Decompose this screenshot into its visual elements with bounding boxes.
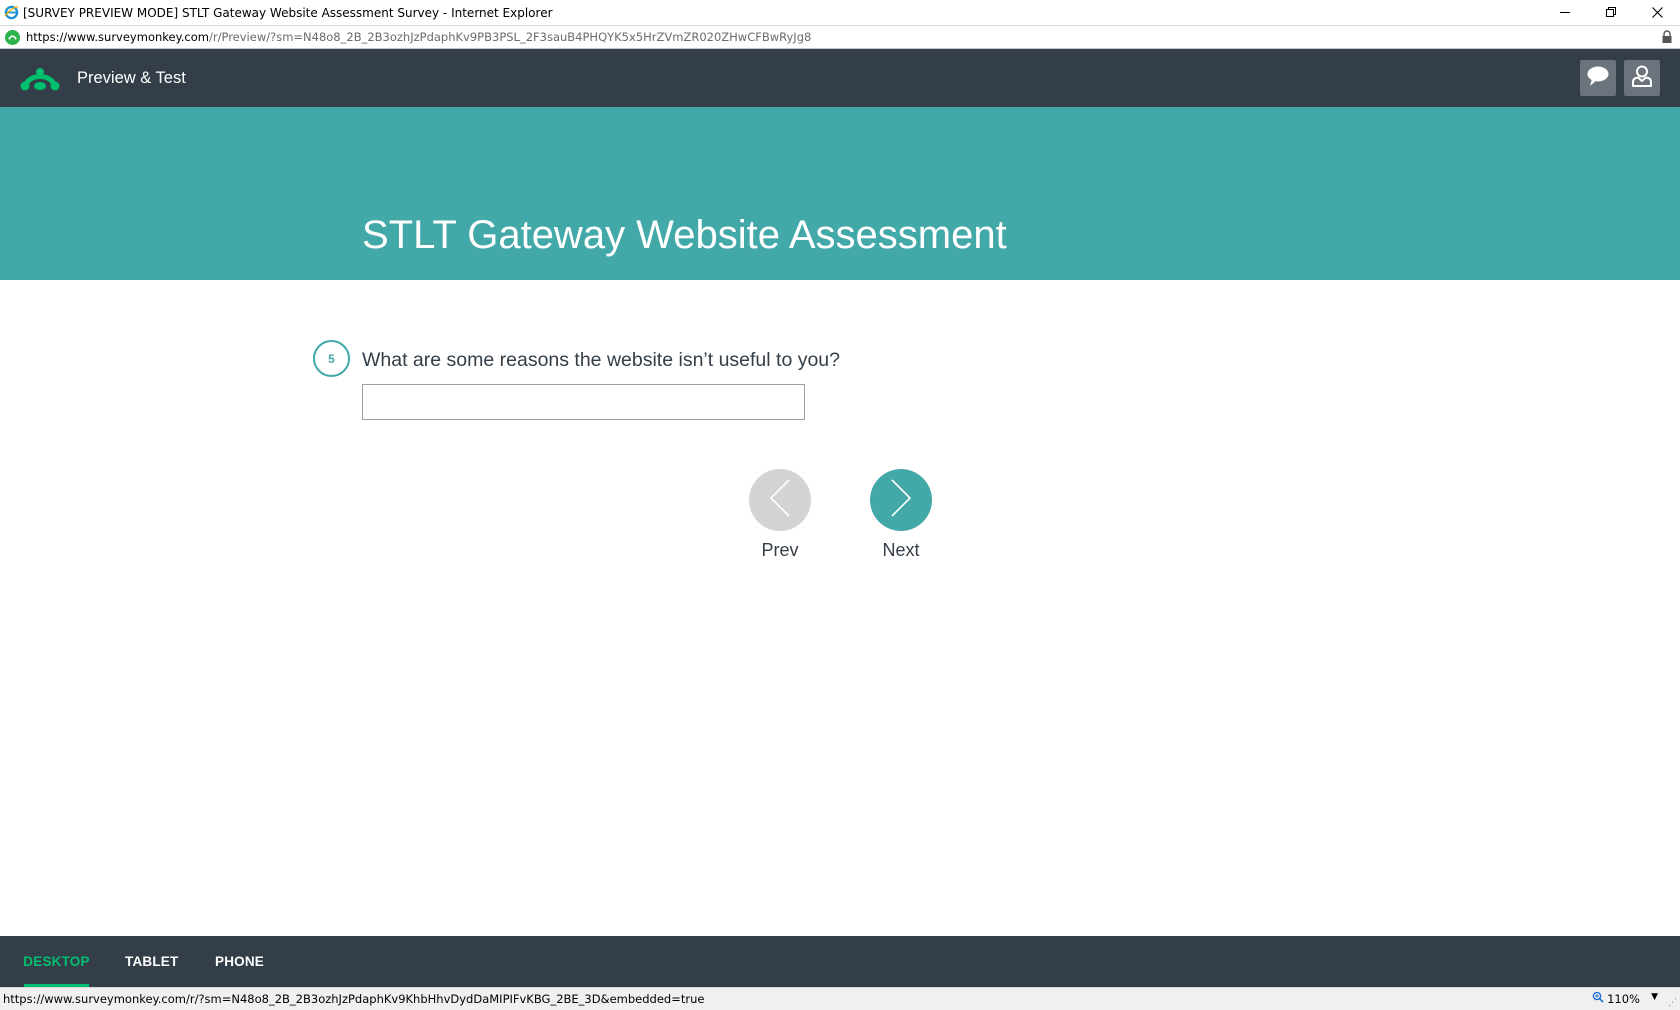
chevron-right-icon [888,478,914,523]
close-icon[interactable] [1634,0,1680,25]
zoom-dropdown-icon[interactable]: ▼ [1651,992,1658,1002]
comment-icon [1586,65,1610,92]
url-path: /r/Preview/?sm=N48o8_2B_2B3ozhJzPdaphKv9… [208,30,812,44]
surveymonkey-logo-icon[interactable] [20,63,60,93]
comment-button[interactable] [1580,60,1616,96]
survey-navigation: Prev Next [0,469,1680,561]
prev-label[interactable]: Prev [749,540,811,561]
user-icon [1630,64,1654,93]
address-bar[interactable]: https://www. surveymonkey.com/r/Preview/?… [0,25,1680,49]
zoom-control[interactable]: 110% [1592,991,1640,1006]
next-circle[interactable] [870,469,932,531]
next-label[interactable]: Next [870,540,932,561]
resize-grip-icon[interactable]: ⋰ [1668,998,1677,1008]
next-button[interactable]: Next [870,469,932,561]
tab-phone[interactable]: PHONE [215,936,264,987]
tab-desktop[interactable]: DESKTOP [23,936,90,987]
question-number-badge: 5 [313,340,350,377]
zoom-icon [1592,991,1604,1006]
status-bar: https://www.surveymonkey.com/r/?sm=N48o8… [0,987,1680,1010]
header-actions [1580,60,1660,96]
lock-icon[interactable] [1661,30,1675,44]
url-host: surveymonkey.com [98,30,209,44]
user-account-button[interactable] [1624,60,1660,96]
survey-title: STLT Gateway Website Assessment [362,213,1007,257]
url-prefix: https://www. [26,30,99,44]
zoom-level: 110% [1607,991,1640,1006]
prev-button[interactable]: Prev [749,469,811,561]
chevron-left-icon [767,478,793,523]
internet-explorer-icon [3,5,19,21]
window-title-bar: [SURVEY PREVIEW MODE] STLT Gateway Websi… [0,0,1680,25]
window-controls [1542,0,1680,25]
window-title: [SURVEY PREVIEW MODE] STLT Gateway Websi… [23,5,553,20]
answer-text-input[interactable] [362,384,805,420]
restore-icon[interactable] [1588,0,1634,25]
tab-tablet[interactable]: TABLET [125,936,178,987]
header-title: Preview & Test [77,68,186,87]
prev-circle[interactable] [749,469,811,531]
minimize-icon[interactable] [1542,0,1588,25]
site-favicon-icon [5,29,20,45]
device-preview-bar: DESKTOP TABLET PHONE [0,936,1680,987]
status-url: https://www.surveymonkey.com/r/?sm=N48o8… [3,992,705,1006]
question-text: What are some reasons the website isn’t … [362,349,840,371]
app-header: Preview & Test [0,49,1680,107]
survey-banner: STLT Gateway Website Assessment [0,107,1680,280]
